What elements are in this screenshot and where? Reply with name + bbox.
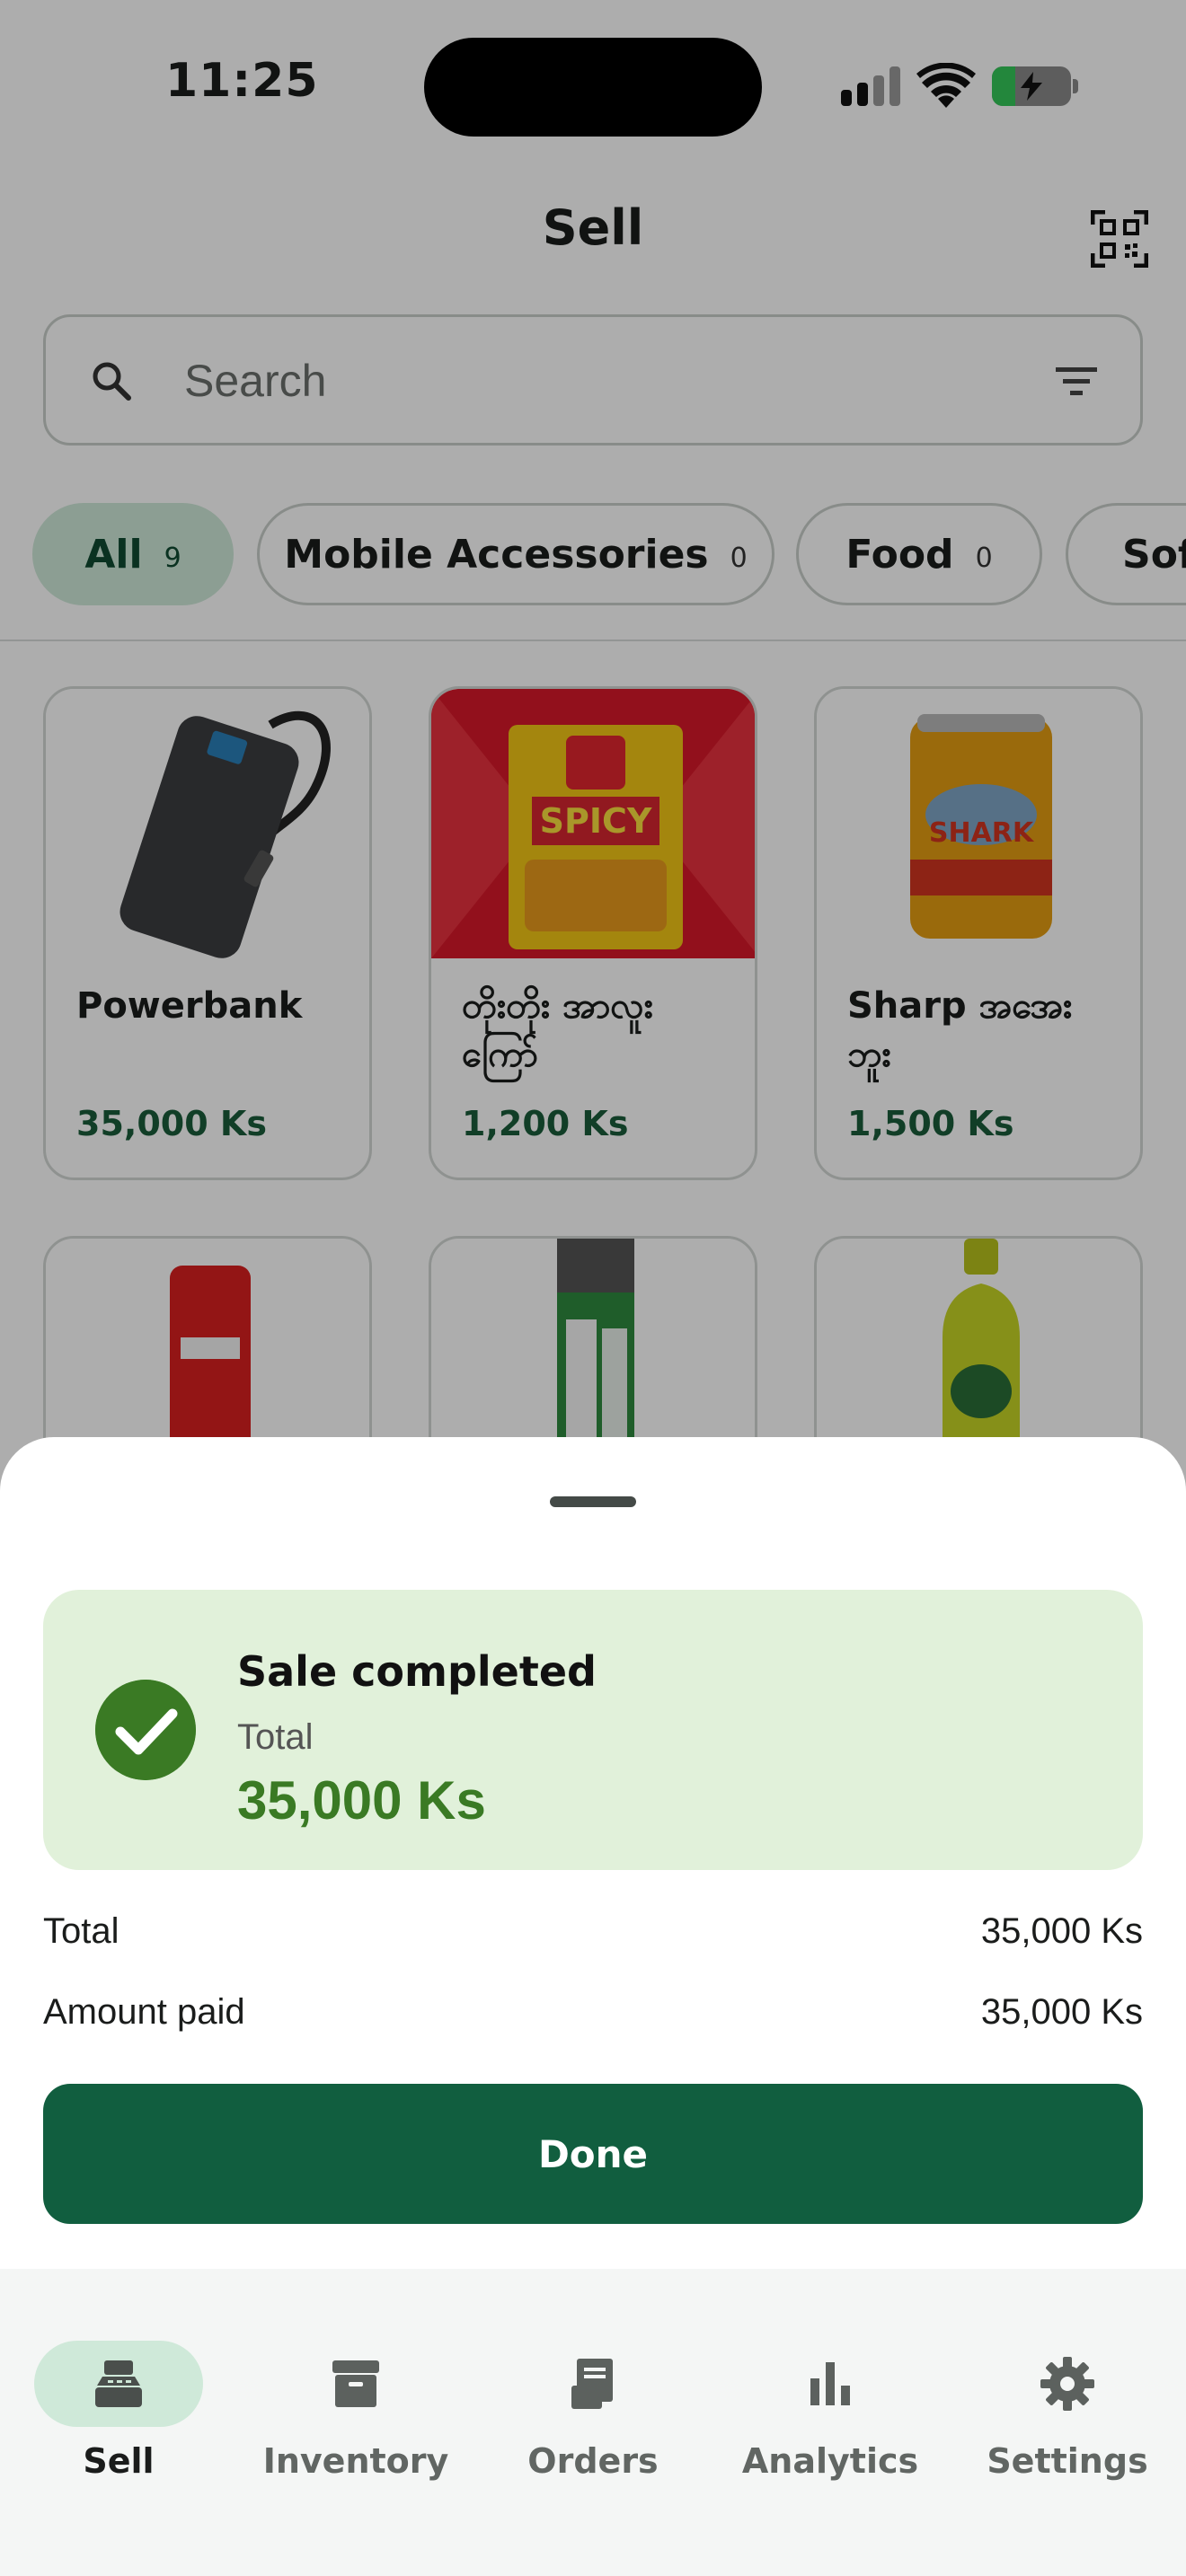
- nav-item-analytics[interactable]: Analytics: [712, 2305, 949, 2481]
- sheet-title: Sale completed: [237, 1647, 597, 1696]
- bottom-nav: Sell Inventory Orders Analytics Settings: [0, 2269, 1186, 2576]
- sell-screen: 11:25 Sell Search All 9 Mobile Accessori…: [0, 0, 1186, 2576]
- nav-item-settings[interactable]: Settings: [949, 2305, 1186, 2481]
- success-banner: Sale completed Total 35,000 Ks: [43, 1590, 1143, 1870]
- nav-label: Analytics: [741, 2441, 919, 2481]
- summary-row-amount-paid: Amount paid 35,000 Ks: [43, 1992, 1143, 2033]
- nav-label: Settings: [987, 2441, 1148, 2481]
- nav-item-orders[interactable]: Orders: [474, 2305, 712, 2481]
- bar-chart-icon: [810, 2362, 850, 2405]
- gear-icon: [1040, 2357, 1094, 2411]
- archive-box-icon: [332, 2360, 379, 2407]
- nav-item-sell[interactable]: Sell: [0, 2305, 237, 2481]
- nav-label: Orders: [527, 2441, 659, 2481]
- row-value: 35,000 Ks: [980, 1911, 1143, 1951]
- row-value: 35,000 Ks: [980, 1992, 1143, 2032]
- total-amount: 35,000 Ks: [237, 1770, 486, 1831]
- summary-row-total: Total 35,000 Ks: [43, 1911, 1143, 1952]
- sheet-drag-handle[interactable]: [550, 1496, 636, 1507]
- nav-label: Sell: [83, 2441, 155, 2481]
- row-label: Amount paid: [43, 1992, 245, 2032]
- total-label: Total: [237, 1717, 314, 1757]
- receipt-icon: [571, 2359, 613, 2409]
- cash-register-icon: [95, 2360, 142, 2407]
- done-button[interactable]: Done: [43, 2084, 1143, 2224]
- row-label: Total: [43, 1911, 119, 1951]
- nav-item-inventory[interactable]: Inventory: [237, 2305, 474, 2481]
- nav-label: Inventory: [262, 2441, 449, 2481]
- check-circle-icon: [95, 1680, 196, 1780]
